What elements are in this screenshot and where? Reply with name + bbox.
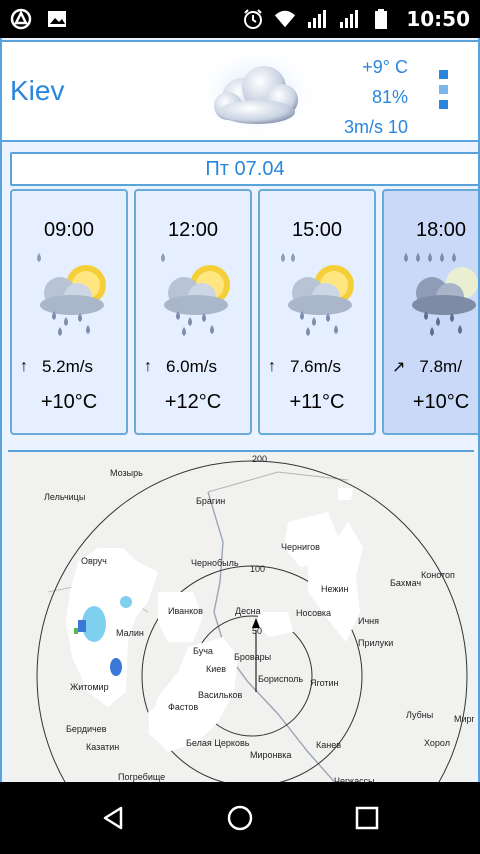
current-temp: +9° C	[362, 57, 408, 77]
status-bar: 10:50	[0, 0, 480, 38]
map-place: Миргс	[454, 714, 474, 724]
wind-arrow-icon: ↗	[392, 359, 406, 376]
home-button[interactable]	[220, 798, 260, 838]
menu-dot	[439, 70, 448, 79]
map-place: Казатин	[86, 742, 119, 752]
slot-time: 12:00	[167, 219, 219, 241]
signal-icon	[306, 8, 328, 30]
nav-bar	[0, 782, 480, 854]
image-icon	[46, 8, 68, 30]
map-place: Канев	[316, 740, 341, 750]
wind-arrow-icon: ↑	[20, 358, 28, 375]
map-place: Погребище	[118, 772, 165, 782]
rain-moon-icon	[404, 253, 478, 336]
slot-time: 18:00	[415, 219, 467, 241]
status-time: 10:50	[406, 7, 470, 31]
map-place: Фастов	[168, 702, 198, 712]
map-place: Мозырь	[110, 468, 143, 478]
map-place: Ичня	[358, 616, 379, 626]
map-place: Десна	[235, 606, 261, 616]
slot-time: 09:00	[43, 219, 95, 241]
home-icon	[227, 805, 253, 831]
city-name: Kiev	[10, 75, 65, 106]
slot-temp: +10°C	[412, 391, 470, 413]
slot-temp: +11°C	[289, 391, 345, 413]
map-place: Носовка	[296, 608, 331, 618]
map-place: Нежин	[321, 584, 348, 594]
wifi-icon	[274, 8, 296, 30]
map-place: Васильков	[198, 690, 243, 700]
map-place: Борисполь	[258, 674, 303, 684]
map-place: Хорол	[424, 738, 450, 748]
location-icon	[10, 8, 32, 30]
map-place: Житомир	[70, 682, 109, 692]
battery-icon	[370, 8, 392, 30]
map-place: Чернигов	[281, 542, 320, 552]
slot-wind-speed: 7.6m/s	[290, 357, 342, 376]
map-place: Иванков	[168, 606, 203, 616]
slot-wind: ↗ 7.8m/	[392, 357, 478, 377]
map-place: Белая Церковь	[186, 738, 250, 748]
forecast-slot[interactable]: 09:00 ↑ 5.2m/s +10°C	[10, 189, 128, 435]
forecast-slot[interactable]: 12:00 ↑ 6.0m/s +12°C	[134, 189, 252, 435]
slot-wind-speed: 5.2m/s	[42, 357, 94, 376]
map-place: Киев	[206, 664, 226, 674]
map-place: Лубны	[406, 710, 433, 720]
map-place: Чернобыль	[191, 558, 239, 568]
rain-sun-icon	[281, 253, 354, 336]
forecast-slot[interactable]: 15:00 ↑ 7.6m/s +11°C	[258, 189, 376, 435]
map-place: Бровары	[234, 652, 271, 662]
recents-button[interactable]	[347, 798, 387, 838]
slot-wind: ↑ 5.2m/s	[20, 357, 122, 377]
forecast-slot[interactable]: 18:00 ↗ 7.8m/ +10°C	[382, 189, 478, 435]
menu-dot	[439, 100, 448, 109]
map-place: Овруч	[81, 556, 107, 566]
map-place: Миронвка	[250, 750, 291, 760]
current-wind: 3m/s 10	[343, 117, 408, 137]
map-place: Брагин	[196, 496, 225, 506]
map-place: Яготин	[310, 678, 339, 688]
slot-wind: ↑ 7.6m/s	[268, 357, 370, 377]
map-place: Бердичев	[66, 724, 107, 734]
radar-map-svg: 200 100 50 Мозырь Лельчицы Брагин Овруч …	[8, 452, 474, 784]
hourly-forecast[interactable]: 09:00 ↑ 5.2m/s +10°C 12:00 ↑ 6.0m/s +12°C	[10, 189, 478, 435]
wind-arrow-icon: ↑	[268, 358, 276, 375]
back-icon	[104, 806, 123, 830]
back-button[interactable]	[93, 798, 133, 838]
cloudy-icon	[202, 51, 312, 135]
slot-time: 15:00	[291, 219, 343, 241]
current-stats: +9° C 81% 3m/s 10	[344, 52, 408, 142]
map-place: Лельчицы	[44, 492, 85, 502]
ring-label: 100	[250, 564, 265, 574]
ring-label: 200	[252, 454, 267, 464]
slot-temp: +12°C	[164, 391, 222, 413]
rain-sun-icon	[161, 253, 230, 336]
menu-dot	[439, 85, 448, 94]
weather-app: Kiev +9° C 81% 3m/s 10 Пт 07.04 09:00 ↑ …	[0, 38, 480, 784]
slot-temp: +10°C	[40, 391, 98, 413]
date-selector[interactable]: Пт 07.04	[10, 152, 480, 186]
slot-wind-speed: 6.0m/s	[166, 357, 218, 376]
wind-arrow-icon: ↑	[144, 358, 152, 375]
signal-icon-2	[338, 8, 360, 30]
menu-dots[interactable]	[439, 70, 448, 109]
map-place: Прилуки	[358, 638, 393, 648]
slot-wind: ↑ 6.0m/s	[144, 357, 246, 377]
radar-map[interactable]: 200 100 50 Мозырь Лельчицы Брагин Овруч …	[8, 450, 474, 784]
map-place: Бахмач	[390, 578, 421, 588]
slot-wind-speed: 7.8m/	[419, 357, 462, 376]
map-place: Конотоп	[421, 570, 455, 580]
current-weather-card[interactable]: Kiev +9° C 81% 3m/s 10	[2, 40, 478, 142]
alarm-icon	[242, 8, 264, 30]
rain-sun-icon	[37, 253, 106, 336]
map-place: Буча	[193, 646, 213, 656]
current-humidity: 81%	[371, 87, 408, 107]
recents-icon	[355, 806, 378, 830]
map-place: Малин	[116, 628, 144, 638]
